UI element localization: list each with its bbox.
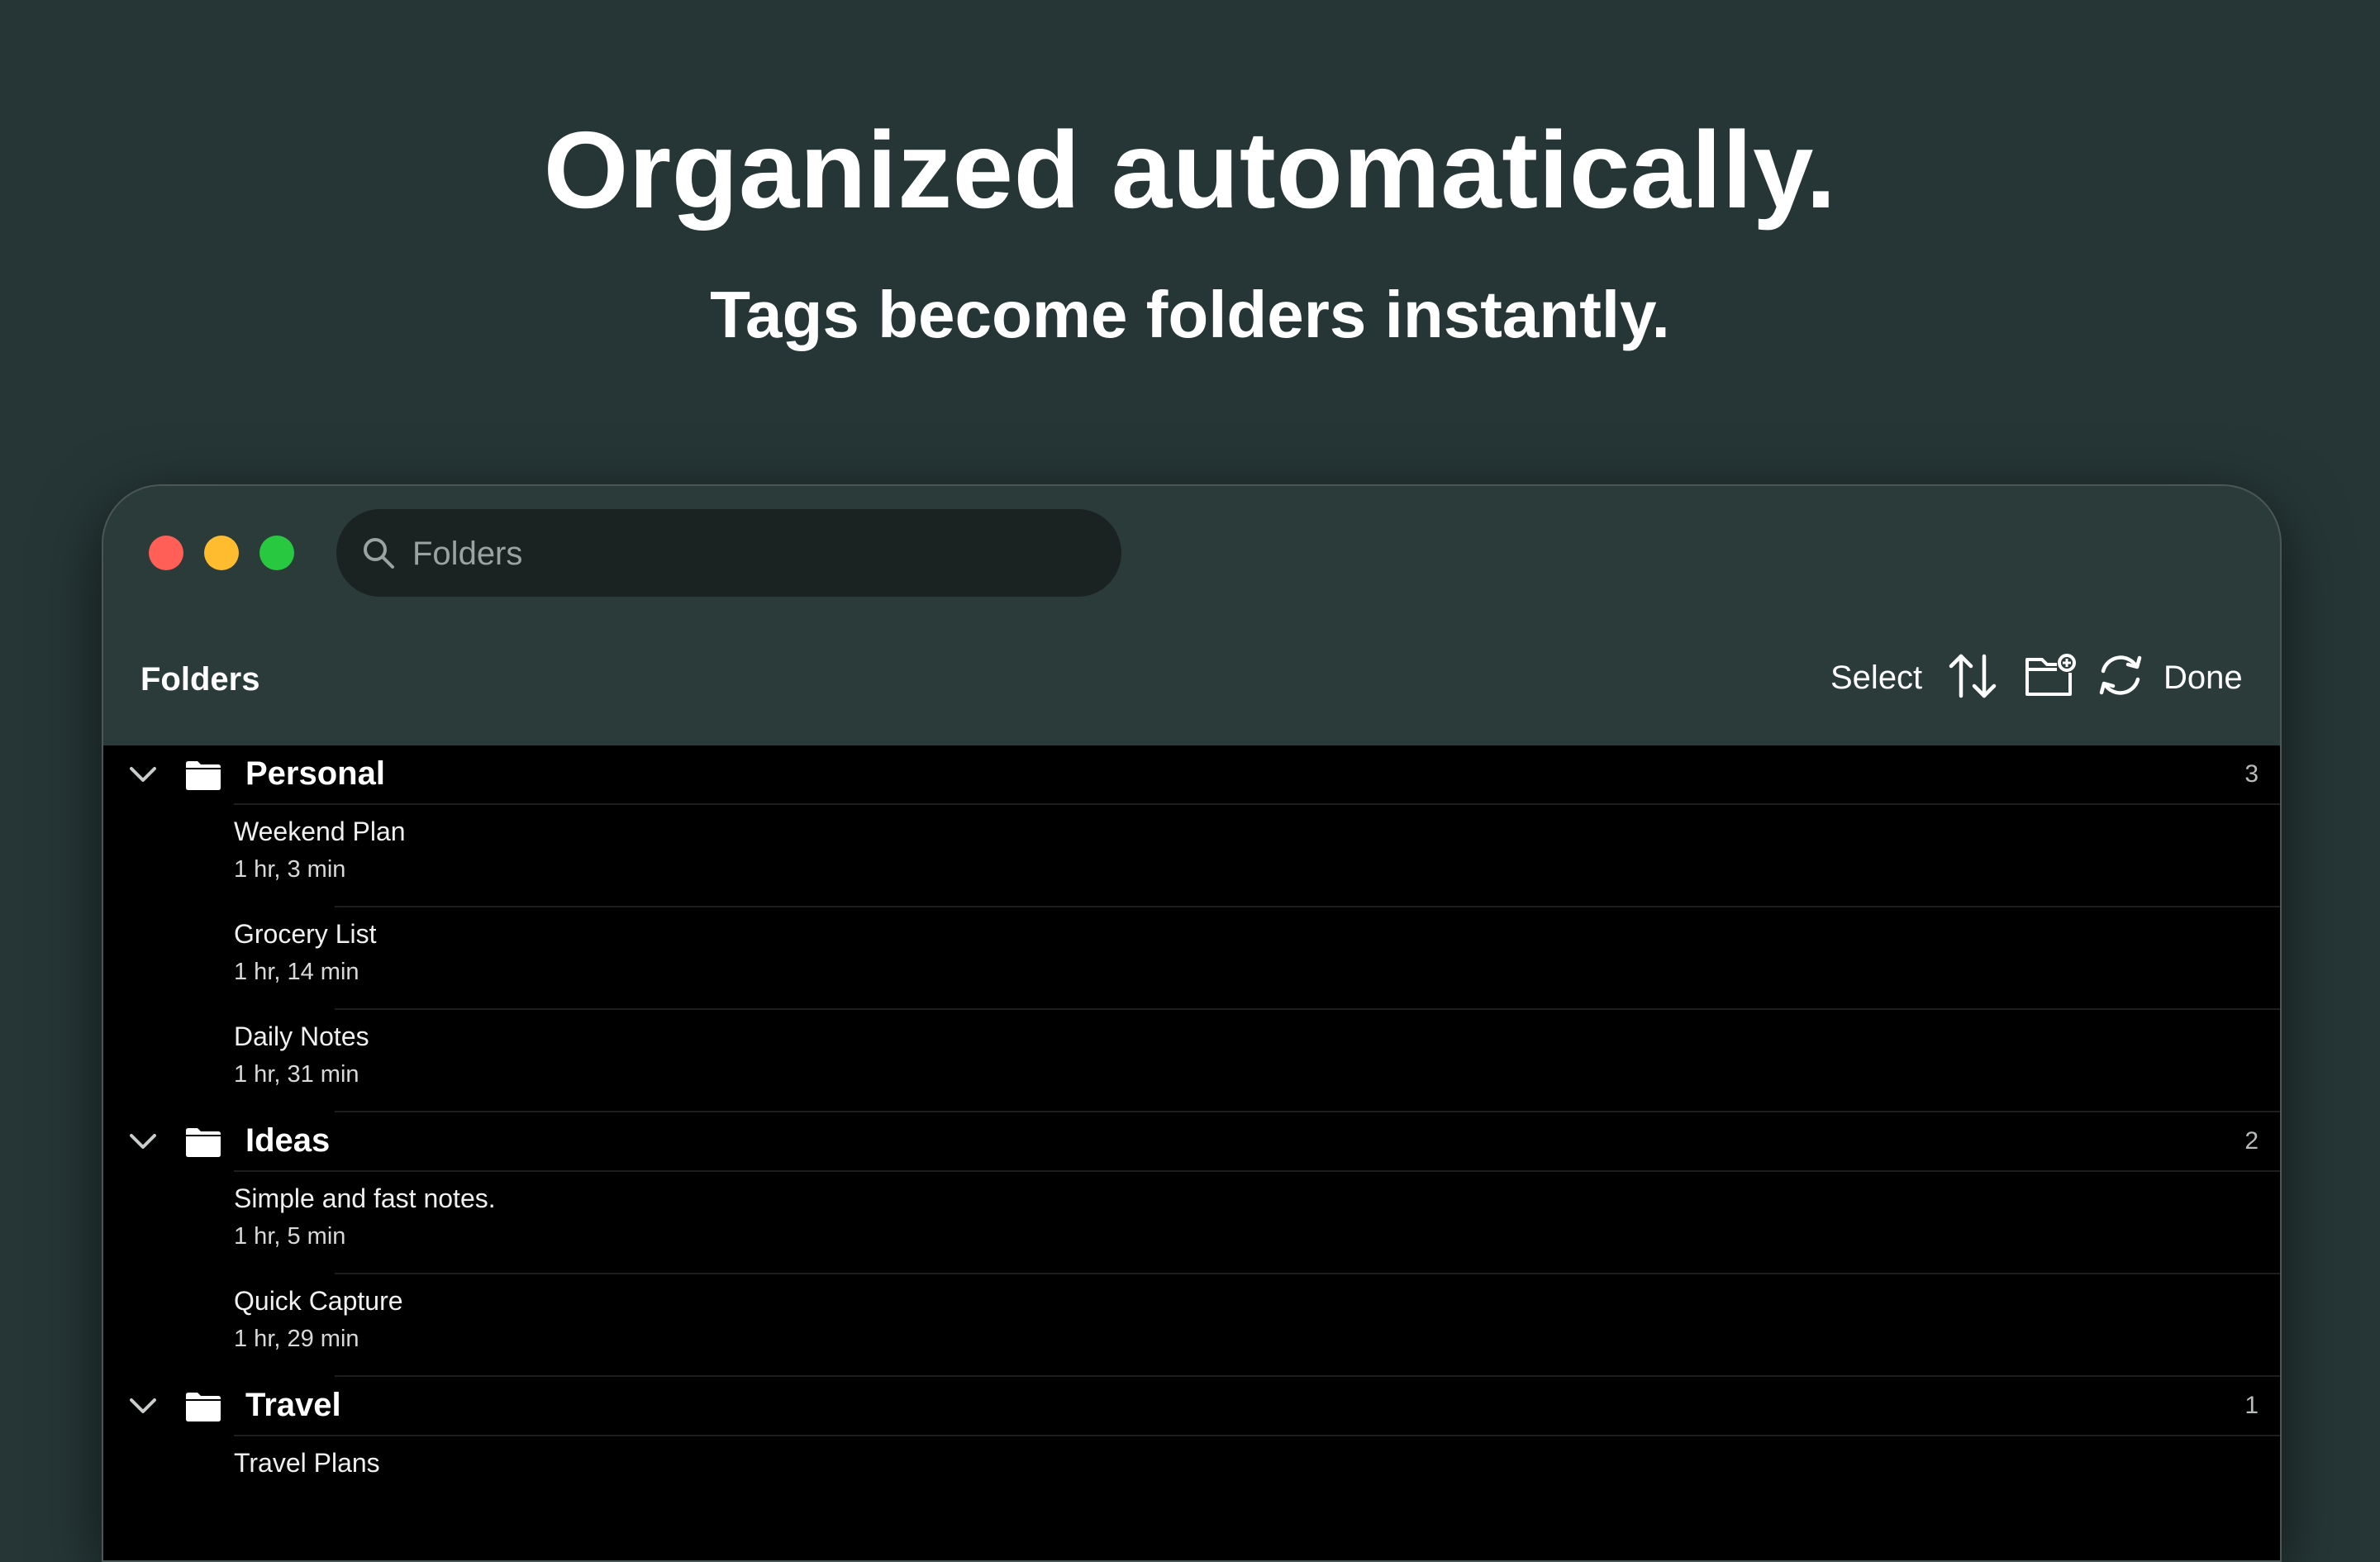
search-input[interactable] [411,509,1075,598]
new-folder-icon[interactable] [2024,651,2078,705]
search-field[interactable] [336,509,1121,598]
app-window: Folders Select [102,484,2282,1562]
folder-group-travel[interactable]: Travel 1 [103,1377,2280,1435]
note-row[interactable]: Weekend Plan 1 hr, 3 min [103,805,2280,906]
note-title: Quick Capture [234,1286,403,1316]
folder-count: 3 [2244,760,2259,788]
minimize-window-button[interactable] [204,536,239,570]
select-button[interactable]: Select [1830,660,1922,697]
zoom-window-button[interactable] [259,536,294,570]
note-title: Grocery List [234,919,377,949]
subheadline: Tags become folders instantly. [710,278,1670,351]
folder-count: 1 [2244,1392,2259,1419]
note-subtitle: 1 hr, 5 min [234,1223,346,1250]
note-subtitle: 1 hr, 14 min [234,959,359,985]
folder-list: Personal 3 Weekend Plan 1 hr, 3 min Groc… [103,745,2280,1560]
sync-icon[interactable] [2095,650,2146,705]
folder-name: Travel [245,1387,341,1423]
chevron-down-icon[interactable] [128,764,158,789]
done-button[interactable]: Done [2163,660,2243,697]
note-subtitle: 1 hr, 3 min [234,856,346,883]
note-subtitle: 1 hr, 29 min [234,1326,359,1352]
chevron-down-icon[interactable] [128,1131,158,1156]
folder-icon [184,759,222,796]
sort-arrows-icon[interactable] [1946,651,1999,705]
close-window-button[interactable] [149,536,183,570]
note-title: Travel Plans [234,1448,380,1478]
note-title: Daily Notes [234,1021,369,1051]
note-row[interactable]: Travel Plans [103,1436,2280,1537]
folder-group-personal[interactable]: Personal 3 [103,745,2280,803]
chevron-down-icon[interactable] [128,1395,158,1421]
note-title: Simple and fast notes. [234,1183,496,1213]
note-row[interactable]: Quick Capture 1 hr, 29 min [103,1274,2280,1375]
note-subtitle: 1 hr, 31 min [234,1061,359,1088]
folder-name: Personal [245,755,385,792]
folder-group-ideas[interactable]: Ideas 2 [103,1112,2280,1170]
toolbar-title: Folders [140,661,260,698]
note-row[interactable]: Daily Notes 1 hr, 31 min [103,1010,2280,1111]
headline: Organized automatically. [543,109,1837,231]
folder-count: 2 [2244,1127,2259,1155]
folder-name: Ideas [245,1122,331,1159]
search-icon [361,536,396,574]
note-row[interactable]: Simple and fast notes. 1 hr, 5 min [103,1172,2280,1273]
note-row[interactable]: Grocery List 1 hr, 14 min [103,907,2280,1008]
folder-icon [184,1126,222,1163]
folder-icon [184,1390,222,1427]
note-title: Weekend Plan [234,817,406,846]
toolbar: Folders Select Done [103,626,2280,736]
